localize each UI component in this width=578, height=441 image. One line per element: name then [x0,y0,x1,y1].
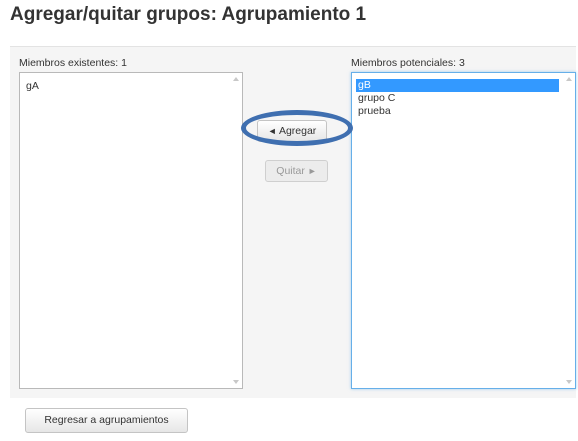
group-members-panel: Miembros existentes: 1 gA ◄ Agregar Quit… [10,46,576,399]
groups-page: Agregar/quitar grupos: Agrupamiento 1 Mi… [0,0,578,441]
potential-list-scrollbar[interactable] [563,73,575,388]
potential-members-label: Miembros potenciales: 3 [351,57,465,69]
scroll-up-icon[interactable] [566,77,572,81]
back-to-groupings-button[interactable]: Regresar a agrupamientos [25,408,188,433]
potential-members-list[interactable]: gB grupo C prueba [351,72,576,389]
page-title: Agregar/quitar grupos: Agrupamiento 1 [10,4,367,25]
potential-member-option[interactable]: prueba [356,105,559,118]
remove-button-label: Quitar [276,165,305,177]
existing-members-list[interactable]: gA [19,72,243,389]
remove-button[interactable]: Quitar ► [265,160,328,182]
arrow-right-icon: ► [307,166,317,176]
arrow-left-icon: ◄ [267,126,277,136]
potential-member-option[interactable]: grupo C [356,92,559,105]
existing-member-option[interactable]: gA [24,80,226,93]
add-button-label: Agregar [278,125,317,137]
existing-list-scrollbar[interactable] [230,73,242,388]
scroll-up-icon[interactable] [233,77,239,81]
scroll-down-icon[interactable] [233,380,239,384]
existing-members-label: Miembros existentes: 1 [19,57,127,69]
footer: Regresar a agrupamientos [10,398,576,441]
scroll-down-icon[interactable] [566,380,572,384]
potential-member-option[interactable]: gB [356,79,559,92]
add-button[interactable]: ◄ Agregar [257,120,327,142]
